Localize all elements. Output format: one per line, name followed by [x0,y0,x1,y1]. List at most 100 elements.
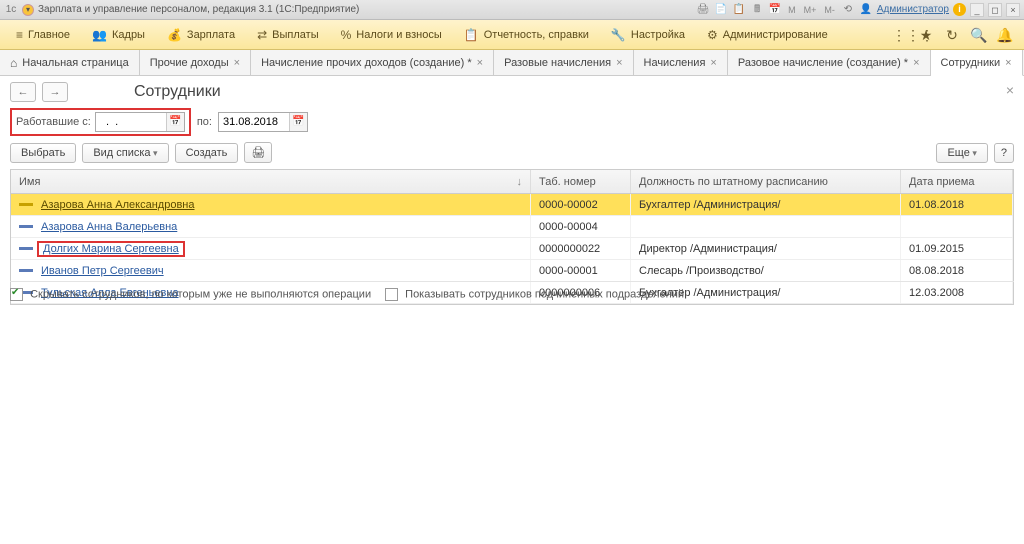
worked-from-input[interactable]: 📅 [95,112,185,132]
tab-label: Сотрудники [941,57,1001,69]
menu-main[interactable]: ≡Главное [6,24,80,46]
table-row[interactable]: Азарова Анна Александровна0000-00002Бухг… [11,194,1013,216]
search-icon[interactable]: 🔍 [970,27,986,43]
minimize-button[interactable]: _ [970,3,984,17]
tab[interactable]: Начисление прочих доходов (создание) *× [251,50,494,75]
col-tab-label: Таб. номер [539,176,596,188]
employee-link[interactable]: Азарова Анна Александровна [41,199,194,211]
back-icon[interactable]: ⟲ [841,3,855,17]
worked-from-field[interactable] [96,116,166,128]
table-row[interactable]: Долгих Марина Сергеевна0000000022Директо… [11,238,1013,260]
menu-hr-label: Кадры [112,29,145,41]
tab[interactable]: Начисления × [634,50,728,75]
row-marker-icon [19,269,33,272]
cell-position: Директор /Администрация/ [631,238,901,259]
more-button[interactable]: Еще [936,143,987,163]
calc-icon[interactable]: 🖩 [750,3,764,17]
close-window-button[interactable]: × [1006,3,1020,17]
cell-position [631,216,901,237]
bottom-options: Скрывать сотрудников, по которым уже не … [10,281,1014,301]
page-close-button[interactable]: × [1006,82,1014,98]
nav-forward-button[interactable]: → [42,82,68,102]
calendar-icon[interactable]: 📅 [166,113,184,131]
help-button[interactable]: ? [994,143,1014,163]
cell-tab: 0000-00001 [531,260,631,281]
close-icon[interactable]: × [234,57,240,69]
people-icon: 👥 [92,28,107,42]
employee-link[interactable]: Азарова Анна Валерьевна [41,221,177,233]
col-name[interactable]: Имя↓ [11,170,531,193]
doc-icon[interactable]: 📄 [714,3,728,17]
tab[interactable]: Прочие доходы× [140,50,251,75]
menu-reports[interactable]: 📋Отчетность, справки [454,24,599,46]
list-toolbar: Выбрать Вид списка Создать 🖨 Еще ? [10,142,1014,163]
grid-header: Имя↓ Таб. номер Должность по штатному ра… [11,170,1013,194]
hide-checkbox[interactable] [10,288,23,301]
table-row[interactable]: Азарова Анна Валерьевна0000-00004 [11,216,1013,238]
menu-taxes[interactable]: %Налоги и взносы [331,24,452,46]
menu-payments[interactable]: ⇄Выплаты [247,24,329,46]
to-field[interactable] [219,116,289,128]
nav-back-button[interactable]: ← [10,82,36,102]
close-icon[interactable]: × [616,57,622,69]
page-body: × ← → Сотрудники Работавшие с: 📅 по: 📅 В… [0,76,1024,309]
col-pos-label: Должность по штатному расписанию [639,176,828,188]
menu-hr[interactable]: 👥 Кадры [82,24,155,46]
m-label[interactable]: M [786,5,798,15]
menu-settings[interactable]: 🔧Настройка [601,24,695,46]
admin-link[interactable]: Администратор [877,4,949,15]
star-icon[interactable]: ★ [918,27,934,43]
show-sub-label: Показывать сотрудников подчиненных подра… [405,288,684,300]
info-icon[interactable]: i [953,3,966,16]
menu-reports-label: Отчетность, справки [484,29,589,41]
view-mode-button[interactable]: Вид списка [82,143,168,163]
col-position[interactable]: Должность по штатному расписанию [631,170,901,193]
filter-row: Работавшие с: 📅 по: 📅 [10,108,1014,136]
money-icon: 💰 [167,28,182,42]
m-minus-label[interactable]: M- [822,5,837,15]
print-button[interactable]: 🖨 [244,142,272,163]
show-sub-checkbox[interactable] [385,288,398,301]
app-icon: 1c [4,3,18,17]
sort-icon: ↓ [517,176,523,188]
history-icon[interactable]: ↻ [944,27,960,43]
col-date[interactable]: Дата приема [901,170,1013,193]
print-icon[interactable]: 🖨 [696,3,710,17]
to-input[interactable]: 📅 [218,112,308,132]
m-plus-label[interactable]: M+ [802,5,819,15]
select-button[interactable]: Выбрать [10,143,76,163]
create-button[interactable]: Создать [175,143,239,163]
clipboard-icon[interactable]: 📋 [732,3,746,17]
table-row[interactable]: Иванов Петр Сергеевич 0000-00001Слесарь /… [11,260,1013,282]
col-tab[interactable]: Таб. номер [531,170,631,193]
more-label: Еще [947,147,969,159]
cell-position: Бухгалтер /Администрация/ [631,194,901,215]
dropdown-icon[interactable]: ▾ [22,4,34,16]
menu-admin[interactable]: ⚙Администрирование [697,24,838,46]
tab[interactable]: Разовое начисление (создание) *× [728,50,931,75]
hide-employees-option[interactable]: Скрывать сотрудников, по которым уже не … [10,288,371,301]
close-icon[interactable]: × [477,57,483,69]
bell-icon[interactable]: 🔔 [996,27,1012,43]
close-icon[interactable]: × [913,57,919,69]
hide-label: Скрывать сотрудников, по которым уже не … [30,288,371,300]
restore-button[interactable]: ◻ [988,3,1002,17]
employee-link[interactable]: Иванов Петр Сергеевич [41,265,164,277]
calendar-icon[interactable]: 📅 [289,113,307,131]
tab[interactable]: ⌂Начальная страница [0,50,140,75]
cell-position: Слесарь /Производство/ [631,260,901,281]
cell-name: Долгих Марина Сергеевна [11,238,531,259]
tab-label: Разовые начисления [504,57,611,69]
calendar-icon[interactable]: 📅 [768,3,782,17]
tab[interactable]: Сотрудники × [931,50,1023,76]
percent-icon: % [341,28,352,42]
show-sub-option[interactable]: Показывать сотрудников подчиненных подра… [385,288,684,301]
employee-link[interactable]: Долгих Марина Сергеевна [43,243,179,255]
apps-icon[interactable]: ⋮⋮⋮ [892,27,908,43]
close-icon[interactable]: × [710,57,716,69]
close-icon[interactable]: × [1005,57,1011,69]
tab[interactable]: Разовые начисления × [494,50,633,75]
menu-salary[interactable]: 💰Зарплата [157,24,245,46]
tab-label: Начисления [644,57,706,69]
transfer-icon: ⇄ [257,28,267,42]
